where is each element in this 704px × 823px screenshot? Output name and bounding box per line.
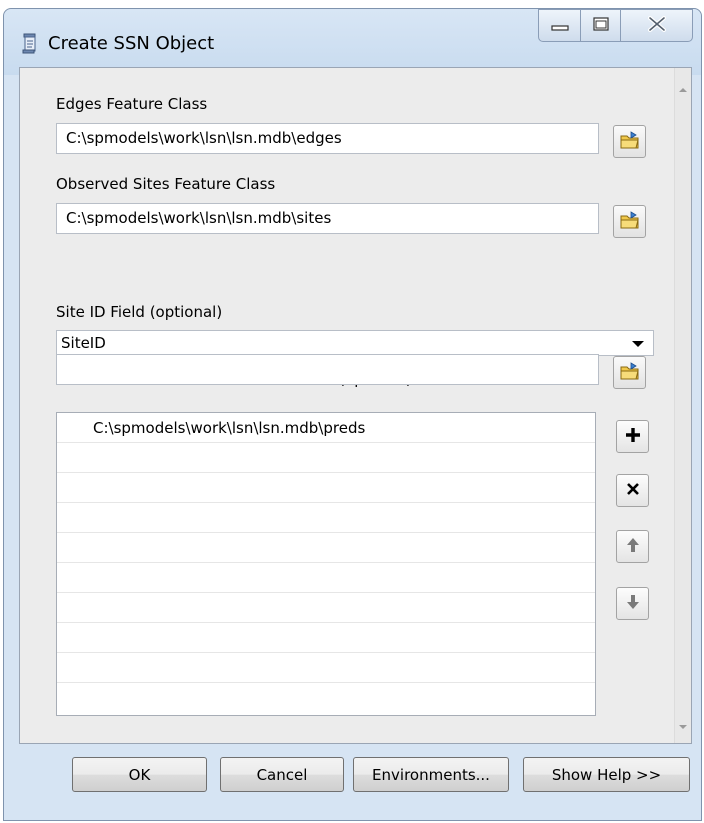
list-item[interactable] <box>57 683 595 713</box>
create-ssn-object-dialog: Create SSN Object Edges Feature Class C:… <box>3 8 702 821</box>
move-up-button[interactable] <box>616 530 649 563</box>
scroll-up-icon[interactable] <box>679 88 687 92</box>
add-item-button[interactable] <box>616 420 649 453</box>
arrow-down-icon <box>626 594 640 614</box>
maximize-button[interactable] <box>581 9 621 42</box>
vertical-scrollbar[interactable] <box>674 68 691 743</box>
minimize-button[interactable] <box>538 9 581 42</box>
list-item[interactable] <box>57 533 595 563</box>
site-id-field-label: Site ID Field (optional) <box>56 303 223 321</box>
move-down-button[interactable] <box>616 587 649 620</box>
minimize-icon <box>550 17 569 35</box>
observed-sites-input[interactable]: C:\spmodels\work\lsn\lsn.mdb\sites <box>56 203 599 234</box>
x-icon <box>626 482 640 500</box>
close-icon <box>647 15 667 36</box>
list-item[interactable] <box>57 503 595 533</box>
arrow-up-icon <box>626 537 640 557</box>
observed-sites-browse-button[interactable] <box>613 205 646 238</box>
open-folder-icon <box>620 210 640 233</box>
edges-browse-button[interactable] <box>613 125 646 158</box>
site-id-selected-value: SiteID <box>61 334 106 352</box>
chevron-down-icon[interactable] <box>632 341 644 347</box>
environments-button[interactable]: Environments... <box>353 757 509 792</box>
list-item[interactable] <box>57 623 595 653</box>
maximize-icon <box>592 16 609 35</box>
site-id-field-dropdown[interactable]: SiteID <box>56 330 654 356</box>
ok-button[interactable]: OK <box>72 757 207 792</box>
list-item[interactable] <box>57 653 595 683</box>
close-button[interactable] <box>621 9 693 42</box>
title-bar[interactable]: Create SSN Object <box>4 9 701 75</box>
list-item[interactable] <box>57 593 595 623</box>
prediction-sites-browse-button[interactable] <box>613 356 646 389</box>
show-help-button[interactable]: Show Help >> <box>523 757 690 792</box>
edges-feature-class-input[interactable]: C:\spmodels\work\lsn\lsn.mdb\edges <box>56 123 599 154</box>
scroll-down-icon[interactable] <box>679 725 687 729</box>
open-folder-icon <box>620 361 640 384</box>
cancel-button[interactable]: Cancel <box>220 757 344 792</box>
open-folder-icon <box>620 130 640 153</box>
observed-sites-label: Observed Sites Feature Class <box>56 175 276 193</box>
list-item[interactable] <box>57 563 595 593</box>
remove-item-button[interactable] <box>616 474 649 507</box>
tool-parameters-panel: Edges Feature Class C:\spmodels\work\lsn… <box>19 67 692 744</box>
list-item[interactable] <box>57 443 595 473</box>
window-title: Create SSN Object <box>48 33 215 54</box>
list-item[interactable] <box>57 473 595 503</box>
edges-feature-class-label: Edges Feature Class <box>56 95 208 113</box>
list-item[interactable]: C:\spmodels\work\lsn\lsn.mdb\preds <box>57 413 595 443</box>
prediction-sites-list[interactable]: C:\spmodels\work\lsn\lsn.mdb\preds <box>56 412 596 716</box>
caption-buttons <box>538 9 693 43</box>
plus-icon <box>625 427 641 447</box>
prediction-sites-input[interactable] <box>56 354 599 385</box>
toolscript-icon <box>20 31 40 55</box>
